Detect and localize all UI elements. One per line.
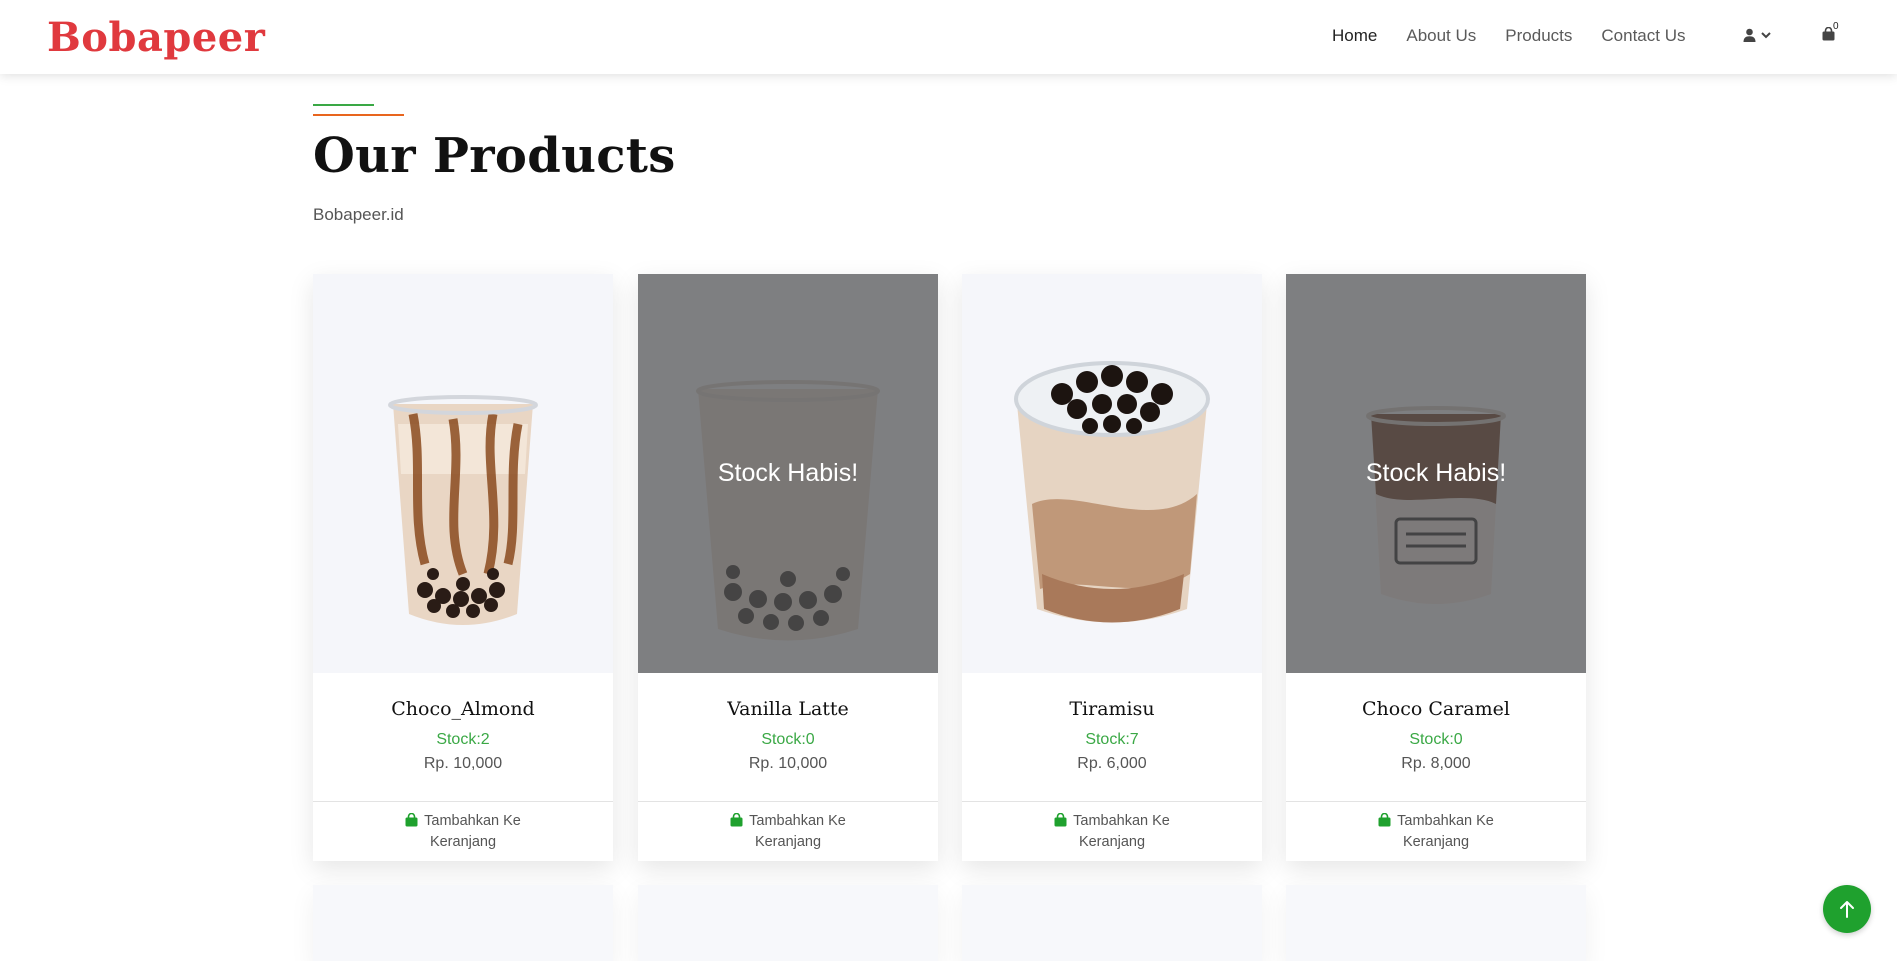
product-name: Choco Caramel xyxy=(1362,698,1510,720)
nav-link-about-us[interactable]: About Us xyxy=(1406,26,1476,46)
product-name: Tiramisu xyxy=(1069,698,1155,720)
user-menu-button[interactable] xyxy=(1743,28,1771,42)
nav-link-products[interactable]: Products xyxy=(1505,26,1572,46)
user-icon xyxy=(1743,28,1756,42)
product-image[interactable]: Stock Habis! xyxy=(638,274,938,673)
add-to-cart-button[interactable]: Tambahkan Ke Keranjang xyxy=(1286,811,1586,853)
out-of-stock-overlay: Stock Habis! xyxy=(638,274,938,673)
nav-link-home[interactable]: Home xyxy=(1332,26,1377,46)
shopping-bag-icon xyxy=(1054,813,1067,827)
cart-count-badge: 0 xyxy=(1833,21,1839,32)
navbar: Bobapeer Home About Us Products Contact … xyxy=(0,0,1897,74)
chevron-down-icon xyxy=(1761,32,1771,39)
out-of-stock-overlay: Stock Habis! xyxy=(1286,274,1586,673)
add-to-cart-label-line1: Tambahkan Ke xyxy=(424,813,521,829)
title-accent-lines xyxy=(313,104,404,116)
product-card-partial[interactable] xyxy=(962,885,1262,961)
product-stock: Stock:7 xyxy=(1085,731,1139,748)
product-name: Choco_Almond xyxy=(391,698,535,720)
card-divider xyxy=(962,801,1262,802)
add-to-cart-label-line2: Keranjang xyxy=(1078,834,1146,850)
back-to-top-button[interactable] xyxy=(1823,885,1871,933)
shopping-bag-icon xyxy=(730,813,743,827)
brand-logo[interactable]: Bobapeer xyxy=(47,14,265,61)
product-card-partial[interactable] xyxy=(313,885,613,961)
product-price: Rp. 10,000 xyxy=(423,755,503,772)
nav-links: Home About Us Products Contact Us xyxy=(1332,26,1714,46)
product-stock: Stock:0 xyxy=(761,731,815,748)
product-image[interactable] xyxy=(313,274,613,673)
shopping-bag-icon xyxy=(405,813,418,827)
product-card-partial[interactable] xyxy=(638,885,938,961)
product-card[interactable]: Stock Habis! Choco Caramel Stock:0 Rp. 8… xyxy=(1286,274,1586,861)
page-title: Our Products xyxy=(313,128,676,184)
card-divider xyxy=(1286,801,1586,802)
product-price: Rp. 10,000 xyxy=(748,755,828,772)
product-card[interactable]: Stock Habis! Vanilla Latte Stock:0 Rp. 1… xyxy=(638,274,938,861)
product-image[interactable] xyxy=(962,274,1262,673)
add-to-cart-label-line1: Tambahkan Ke xyxy=(1397,813,1494,829)
card-divider xyxy=(313,801,613,802)
add-to-cart-label-line2: Keranjang xyxy=(1402,834,1470,850)
product-price: Rp. 6,000 xyxy=(1077,755,1147,772)
add-to-cart-button[interactable]: Tambahkan Ke Keranjang xyxy=(638,811,938,853)
add-to-cart-label-line1: Tambahkan Ke xyxy=(749,813,846,829)
product-image[interactable]: Stock Habis! xyxy=(1286,274,1586,673)
product-stock: Stock:2 xyxy=(436,731,490,748)
product-stock: Stock:0 xyxy=(1409,731,1463,748)
add-to-cart-button[interactable]: Tambahkan Ke Keranjang xyxy=(962,811,1262,853)
product-name: Vanilla Latte xyxy=(727,698,849,720)
arrow-up-icon xyxy=(1840,901,1854,918)
product-card[interactable]: Choco_Almond Stock:2 Rp. 10,000 Tambahka… xyxy=(313,274,613,861)
product-price: Rp. 8,000 xyxy=(1401,755,1471,772)
product-card-partial[interactable] xyxy=(1286,885,1586,961)
product-card[interactable]: Tiramisu Stock:7 Rp. 6,000 Tambahkan Ke … xyxy=(962,274,1262,861)
shopping-bag-icon xyxy=(1378,813,1391,827)
add-to-cart-label-line1: Tambahkan Ke xyxy=(1073,813,1170,829)
add-to-cart-button[interactable]: Tambahkan Ke Keranjang xyxy=(313,811,613,853)
page-subtitle: Bobapeer.id xyxy=(313,205,404,224)
nav-link-contact-us[interactable]: Contact Us xyxy=(1601,26,1685,46)
cart-button[interactable]: 0 xyxy=(1822,21,1839,46)
accent-line-orange xyxy=(313,114,404,116)
accent-line-green xyxy=(313,104,374,106)
add-to-cart-label-line2: Keranjang xyxy=(754,834,822,850)
card-divider xyxy=(638,801,938,802)
add-to-cart-label-line2: Keranjang xyxy=(429,834,497,850)
